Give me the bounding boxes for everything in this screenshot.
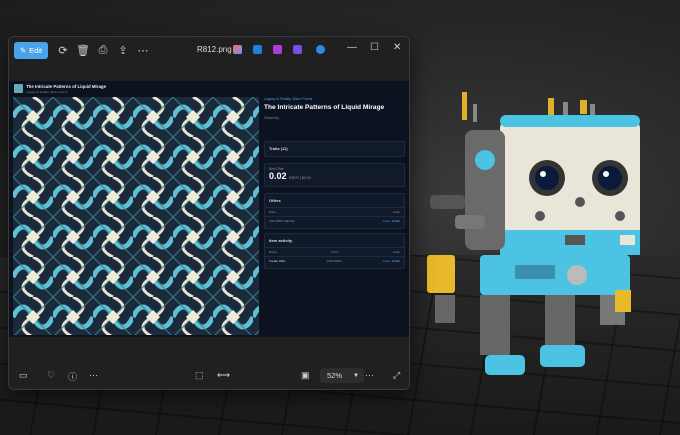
share-icon[interactable]: ⇪: [114, 41, 132, 59]
best-offer-card: Best Offer 0.02 RDOT | $0.00: [264, 163, 405, 187]
offers-col-price: Price: [269, 210, 276, 214]
item-activity-card: Item activity Event Price From Create Of…: [264, 233, 405, 269]
compare-icon[interactable]: ⟷: [217, 370, 230, 381]
info-icon[interactable]: ⓘ: [68, 370, 77, 383]
activity-col-price: Price: [331, 250, 339, 254]
delete-icon[interactable]: 🗑: [74, 41, 92, 59]
nft-title: The Intricate Patterns of Liquid Mirage: [264, 104, 385, 111]
activity-header-row: Event Price From: [265, 247, 404, 256]
image-content: The Intricate Patterns of Liquid Mirage …: [9, 81, 409, 337]
collection-title: The Intricate Patterns of Liquid Mirage: [26, 84, 107, 89]
offers-col-from: From: [393, 210, 400, 214]
activity-event: Create Offer: [269, 259, 286, 263]
offers-header-row: Price From: [265, 207, 404, 216]
collection-thumbnail: [14, 84, 23, 93]
clipchamp-icon[interactable]: [273, 45, 282, 54]
designer-icon[interactable]: [293, 45, 302, 54]
crop-icon[interactable]: ⬚: [195, 370, 204, 381]
offer-row: 0.02 RDOT ($0.00) Leon..4b9ab: [265, 216, 404, 225]
edit-label: Edit: [29, 46, 43, 55]
panel-subtitle: Legacy of Reality: Micro Forms: [264, 97, 313, 101]
activity-from[interactable]: Leon..4b9ab: [383, 259, 400, 263]
activity-price: 0.02 RDOT: [326, 259, 342, 263]
collection-header: The Intricate Patterns of Liquid Mirage …: [9, 81, 260, 97]
offers-label: Offers: [269, 198, 281, 203]
offer-price: 0.02 RDOT ($0.00): [269, 219, 295, 223]
activity-row: Create Offer 0.02 RDOT Leon..4b9ab: [265, 256, 404, 265]
owned-by-label: Owned by: [264, 116, 279, 120]
traits-label: Traits (11): [269, 146, 288, 151]
best-offer-price: 0.02 RDOT | $0.00: [265, 171, 404, 181]
chevron-down-icon: ▼: [353, 372, 359, 379]
maximize-icon[interactable]: ☐: [370, 42, 379, 53]
best-offer-label: Best Offer: [269, 167, 284, 171]
traits-card[interactable]: Traits (11): [264, 141, 405, 157]
zoom-dropdown[interactable]: 52% ▼: [320, 368, 364, 383]
minimize-icon[interactable]: —: [347, 42, 357, 53]
photoshop-icon[interactable]: [253, 45, 262, 54]
best-offer-unit: RDOT | $0.00: [289, 176, 311, 180]
onedrive-icon[interactable]: [316, 45, 325, 54]
zoom-value: 52%: [327, 371, 343, 380]
nft-details-panel: Legacy of Reality: Micro Forms The Intri…: [260, 81, 409, 337]
close-icon[interactable]: ✕: [393, 42, 401, 53]
edit-icon: ✎: [19, 46, 27, 55]
offers-card: Offers Price From 0.02 RDOT ($0.00) Leon…: [264, 193, 405, 229]
more-options-icon[interactable]: ⋯: [134, 41, 152, 59]
offer-from[interactable]: Leon..4b9ab: [383, 219, 400, 223]
robot-illustration: [427, 92, 640, 375]
fullscreen-icon[interactable]: ⤢: [393, 370, 400, 381]
file-name: R812.png: [197, 45, 232, 54]
rotate-icon[interactable]: ⟳: [54, 41, 72, 59]
more-icon[interactable]: ⋯: [89, 370, 98, 381]
print-icon[interactable]: ⎙: [94, 41, 112, 59]
filmstrip-icon[interactable]: ▭: [19, 370, 28, 381]
activity-col-from: From: [392, 250, 400, 254]
activity-col-event: Event: [269, 250, 277, 254]
photo-viewer-window: ✎ Edit ⟳ 🗑 ⎙ ⇪ ⋯ R812.png — ☐ ✕ The Intr…: [8, 36, 410, 390]
copilot-icon[interactable]: [233, 45, 242, 54]
edit-button[interactable]: ✎ Edit: [14, 42, 48, 59]
pattern-artwork: [13, 97, 259, 335]
collection-subtitle: Legacy of Reality: Micro Forms: [26, 90, 68, 94]
more-view-icon[interactable]: ⋯: [365, 370, 374, 381]
favorite-icon[interactable]: ♡: [47, 370, 55, 381]
best-offer-value: 0.02: [269, 171, 287, 181]
item-activity-label: Item activity: [269, 238, 293, 243]
fit-screen-icon[interactable]: ▣: [301, 370, 310, 381]
